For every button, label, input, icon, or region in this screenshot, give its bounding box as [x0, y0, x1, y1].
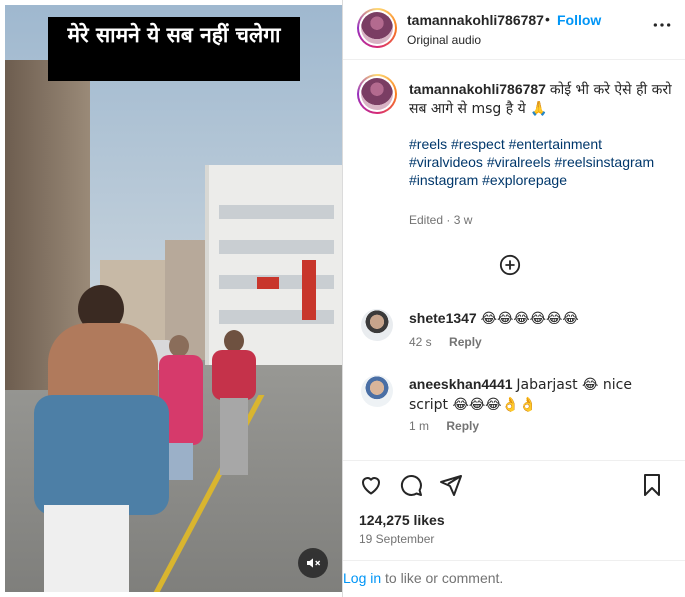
caption-author-avatar[interactable] — [357, 74, 397, 114]
muted-speaker-icon — [307, 558, 321, 568]
comment-body: 😂😂😂😂😂😂 — [480, 311, 579, 327]
action-bar — [343, 460, 685, 504]
post-panel: tamannakohli786787 • Follow Original aud… — [342, 0, 685, 597]
post-header: tamannakohli786787 • Follow Original aud… — [343, 0, 685, 60]
likes-count[interactable]: 124,275 likes — [359, 512, 445, 528]
reply-button[interactable]: Reply — [449, 335, 482, 349]
comment-username[interactable]: aneeskhan4441 — [409, 376, 513, 392]
follow-button[interactable]: Follow — [557, 12, 601, 28]
post-edited-time: Edited · 3 w — [409, 213, 473, 227]
post-caption: tamannakohli786787 कोई भी करे ऐसे ही करो… — [409, 80, 674, 118]
comment-item: aneeskhan4441 Jabarjast 😂 nice script 😂😂… — [361, 375, 676, 435]
video-red-sign-small — [257, 277, 279, 289]
comment-meta: 1 m Reply — [409, 419, 479, 433]
comment-time: 42 s — [409, 335, 432, 349]
commenter-avatar[interactable] — [361, 309, 393, 341]
comment-text: aneeskhan4441 Jabarjast 😂 nice script 😂😂… — [409, 375, 669, 415]
author-username[interactable]: tamannakohli786787 — [407, 12, 544, 28]
separator-dot: • — [545, 11, 550, 27]
login-text: Log in to like or comment. — [343, 570, 503, 586]
reply-button[interactable]: Reply — [446, 419, 479, 433]
audio-link[interactable]: Original audio — [407, 33, 481, 47]
comment-meta: 42 s Reply — [409, 335, 482, 349]
comment-bubble-icon[interactable] — [399, 473, 423, 497]
video-shirtless-man — [30, 285, 170, 592]
login-prompt: Log in to like or comment. — [343, 560, 685, 597]
post-hashtags[interactable]: #reels #respect #entertainment #viralvid… — [409, 135, 674, 189]
post-date: 19 September — [359, 532, 435, 546]
comment-text: shete1347 😂😂😂😂😂😂 — [409, 309, 669, 329]
more-options-icon[interactable] — [652, 15, 672, 35]
bookmark-icon[interactable] — [640, 473, 664, 497]
mute-button[interactable] — [298, 548, 328, 578]
comment-item: shete1347 😂😂😂😂😂😂 42 s Reply — [361, 309, 676, 354]
paper-plane-icon[interactable] — [439, 473, 463, 497]
plus-circle-icon[interactable] — [499, 254, 521, 276]
comment-time: 1 m — [409, 419, 430, 433]
author-avatar[interactable] — [357, 8, 397, 48]
video-caption: मेरे सामने ये सब नहीं चलेगा — [48, 17, 300, 81]
heart-icon[interactable] — [359, 473, 383, 497]
video-red-sign — [302, 260, 316, 320]
login-suffix: to like or comment. — [381, 570, 504, 586]
reel-video[interactable]: मेरे सामने ये सब नहीं चलेगा — [5, 5, 342, 592]
login-link[interactable]: Log in — [343, 570, 381, 586]
comment-username[interactable]: shete1347 — [409, 310, 477, 326]
commenter-avatar[interactable] — [361, 375, 393, 407]
caption-username[interactable]: tamannakohli786787 — [409, 81, 546, 97]
video-man-red-jacket — [210, 330, 258, 475]
